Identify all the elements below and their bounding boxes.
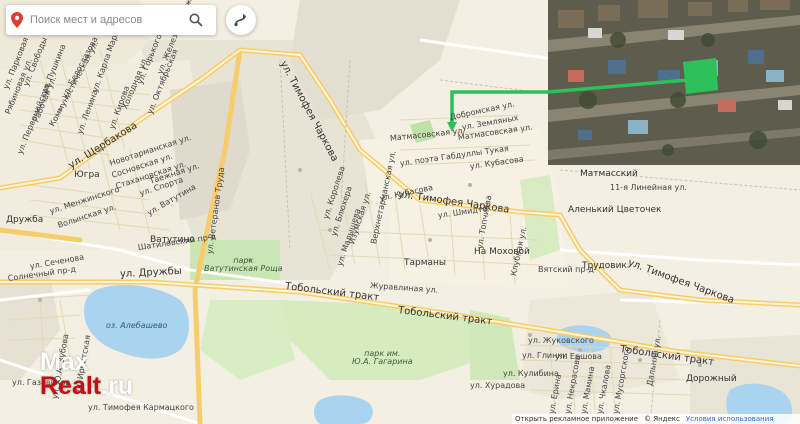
map-pin-icon <box>6 5 28 35</box>
park-label: парк им. Ю.А. Гагарина <box>352 349 413 366</box>
district-label: На Моховой <box>474 247 530 257</box>
watermark-logo: Max Realt.ru <box>40 348 134 400</box>
copyright: © Яндекс <box>644 415 680 423</box>
watermark-line2: Realt.ru <box>40 372 134 400</box>
district-label: Ватутино <box>150 235 195 245</box>
search-icon[interactable] <box>182 5 210 35</box>
watermark-ru: .ru <box>101 372 134 400</box>
search-box[interactable] <box>6 5 216 35</box>
street-label: ул. Жуковского <box>528 336 594 345</box>
street-label: 11-я Линейная ул. <box>610 183 687 192</box>
selected-plot <box>683 58 718 94</box>
park-label: парк Ватутинская Роща <box>204 256 283 273</box>
lake-label: оз. Алебашево <box>106 321 168 330</box>
terms-link[interactable]: Условия использования <box>686 415 774 423</box>
street-label: ул. Хурадова <box>470 381 526 390</box>
district-label: Трудовик <box>582 261 627 271</box>
satellite-inset <box>548 0 800 165</box>
district-label: Югра <box>74 170 100 180</box>
district-label: Аленький Цветочек <box>568 205 662 215</box>
watermark-realt: Realt <box>40 372 102 400</box>
district-label: Матмасский <box>580 169 638 179</box>
street-label: ул. Тимофея Кармацкого <box>88 403 194 412</box>
watermark-line1: Max <box>40 348 89 376</box>
district-label: Дружба <box>6 215 44 225</box>
ad-link[interactable]: Открыть рекламное приложение <box>515 415 638 423</box>
district-label: Тарманы <box>404 258 447 268</box>
street-label: ул. Кулибина <box>503 369 559 378</box>
attribution-bar: Открыть рекламное приложение © Яндекс Ус… <box>512 414 800 424</box>
route-icon[interactable] <box>226 5 256 35</box>
district-label: Дорожный <box>686 374 737 384</box>
search-input[interactable] <box>28 13 182 27</box>
